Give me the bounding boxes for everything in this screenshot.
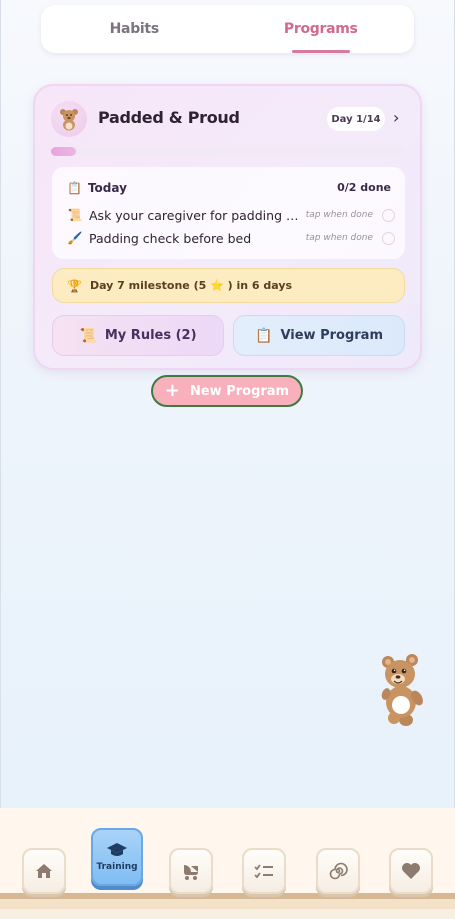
scroll-icon: 📜 bbox=[67, 208, 83, 222]
view-program-label: View Program bbox=[280, 328, 383, 343]
task-item[interactable]: 🖌️ Padding check before bed tap when don… bbox=[67, 229, 395, 247]
done-count: 0/2 done bbox=[337, 181, 391, 194]
today-heading: 📋 Today bbox=[67, 181, 127, 195]
program-card[interactable]: Padded & Proud Day 1/14 › 📋 Today 0/2 do… bbox=[33, 84, 422, 370]
nav-home[interactable] bbox=[22, 848, 66, 894]
trophy-icon: 🏆 bbox=[67, 278, 82, 293]
spiral-icon bbox=[329, 862, 348, 880]
task-text: Padding check before bed bbox=[89, 230, 252, 246]
tab-bar: Habits Programs bbox=[41, 5, 414, 53]
heart-icon bbox=[402, 863, 420, 879]
nav-shelf-base bbox=[0, 909, 455, 919]
nav-training-label: Training bbox=[96, 862, 138, 872]
tab-programs-label: Programs bbox=[283, 21, 358, 37]
home-icon bbox=[36, 864, 52, 878]
bottom-nav: Training bbox=[0, 808, 455, 919]
tab-habits[interactable]: Habits bbox=[41, 5, 228, 53]
clipboard-icon: 📋 bbox=[255, 327, 273, 344]
teddy-bear-icon bbox=[51, 101, 87, 137]
checklist-icon bbox=[254, 864, 273, 879]
tab-habits-label: Habits bbox=[109, 21, 160, 37]
nav-hypnosis[interactable] bbox=[316, 848, 360, 894]
new-program-button[interactable]: + New Program bbox=[151, 375, 303, 407]
chevron-right-icon[interactable]: › bbox=[393, 108, 399, 127]
milestone-banner: 🏆 Day 7 milestone (5 ⭐ ) in 6 days bbox=[52, 268, 405, 303]
nav-nursery[interactable] bbox=[169, 848, 213, 894]
active-tab-indicator bbox=[291, 50, 350, 53]
today-label: Today bbox=[87, 181, 127, 195]
view-program-button[interactable]: 📋 View Program bbox=[233, 315, 405, 356]
program-title: Padded & Proud bbox=[98, 108, 240, 127]
task-hint: tap when done bbox=[305, 233, 373, 243]
task-checkbox[interactable] bbox=[382, 231, 395, 245]
nav-favorites[interactable] bbox=[389, 848, 433, 894]
graduation-cap-icon bbox=[107, 843, 127, 856]
my-rules-label: My Rules (2) bbox=[104, 328, 197, 343]
clipboard-icon: 📋 bbox=[67, 181, 82, 195]
nav-training[interactable]: Training bbox=[91, 828, 143, 886]
nav-checklist[interactable] bbox=[242, 848, 286, 894]
day-badge: Day 1/14 bbox=[327, 107, 385, 131]
program-progress-fill bbox=[51, 147, 76, 156]
my-rules-button[interactable]: 📜 My Rules (2) bbox=[52, 315, 224, 356]
scroll-icon: 📜 bbox=[79, 327, 97, 344]
baby-carriage-icon bbox=[184, 865, 198, 880]
program-progress-bar bbox=[51, 147, 405, 156]
today-panel: 📋 Today 0/2 done 📜 Ask your caregiver fo… bbox=[52, 167, 405, 259]
brush-icon: 🖌️ bbox=[67, 231, 83, 245]
task-hint: tap when done bbox=[305, 210, 373, 220]
new-program-label: New Program bbox=[189, 383, 290, 399]
plus-icon: + bbox=[164, 380, 180, 401]
tab-programs[interactable]: Programs bbox=[228, 5, 415, 53]
task-item[interactable]: 📜 Ask your caregiver for padding chec...… bbox=[67, 206, 395, 224]
nav-shelf-lower bbox=[0, 899, 455, 909]
milestone-text: Day 7 milestone (5 ⭐ ) in 6 days bbox=[89, 279, 293, 292]
task-text: Ask your caregiver for padding chec... bbox=[89, 207, 299, 223]
task-checkbox[interactable] bbox=[382, 208, 395, 222]
teddy-bear-mascot[interactable] bbox=[376, 652, 428, 732]
